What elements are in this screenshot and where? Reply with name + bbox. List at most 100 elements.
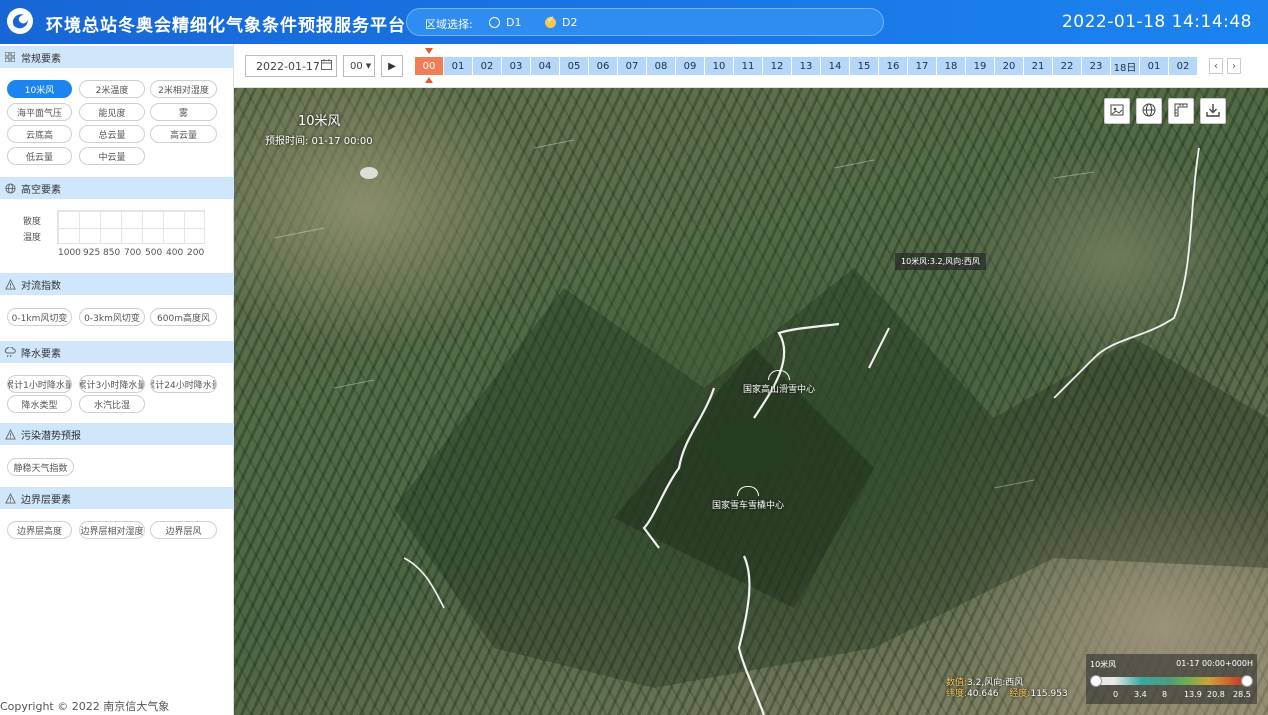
section-header-convection[interactable]: 对流指数	[0, 273, 234, 295]
timeline-step[interactable]: 03	[502, 57, 530, 75]
venue-marker-alpine[interactable]: 国家高山滑雪中心	[743, 370, 815, 395]
timeline-step[interactable]: 11	[734, 57, 762, 75]
timeline-step[interactable]: 16	[879, 57, 907, 75]
timeline-step[interactable]: 23	[1082, 57, 1110, 75]
globe-icon	[4, 182, 16, 194]
element-button-stagnation-index[interactable]: 静稳天气指数	[7, 458, 74, 476]
timeline-step[interactable]: 10	[705, 57, 733, 75]
download-button[interactable]	[1200, 98, 1226, 124]
legend-min-handle[interactable]	[1090, 675, 1102, 687]
element-button-total-cloud[interactable]: 总云量	[79, 125, 145, 143]
timeline-step[interactable]: 13	[792, 57, 820, 75]
legend-value: 8	[1162, 690, 1168, 699]
timeline-step[interactable]: 07	[618, 57, 646, 75]
element-button-pbl-height[interactable]: 边界层高度	[7, 521, 72, 539]
timeline-step[interactable]: 05	[560, 57, 588, 75]
region-radio-d1[interactable]: D1	[489, 16, 521, 29]
timeline-step[interactable]: 01	[1140, 57, 1168, 75]
legend-time: 01-17 00:00+000H	[1176, 659, 1253, 668]
time-toolbar: 2022-01-17 00 ▼ ▶ 00 01 02 03 04 05 06 0…	[234, 44, 1268, 88]
upper-row-label: 散度	[23, 217, 42, 227]
map-view[interactable]: 10米风 预报时间: 01-17 00:00 10米风:3.2,风向:西风 国家…	[234, 88, 1268, 715]
upper-air-level-grid[interactable]	[57, 210, 205, 244]
timeline-step[interactable]: 01	[444, 57, 472, 75]
hour-select[interactable]: 00 ▼	[343, 55, 375, 77]
element-button-2m-temp[interactable]: 2米温度	[79, 80, 145, 98]
globe-view-button[interactable]	[1136, 98, 1162, 124]
timeline-step[interactable]: 02	[1169, 57, 1197, 75]
region-radio-d2[interactable]: D2	[545, 15, 577, 29]
globe-icon	[1142, 103, 1156, 120]
timeline-step[interactable]: 20	[995, 57, 1023, 75]
element-button-specific-humidity[interactable]: 水汽比湿	[79, 395, 145, 413]
timeline-step[interactable]: 15	[850, 57, 878, 75]
timeline-step[interactable]: 19	[966, 57, 994, 75]
element-button-shear-0-1km[interactable]: 0-1km风切变	[7, 308, 72, 326]
venue-marker-sliding[interactable]: 国家雪车雪橇中心	[712, 486, 784, 511]
venue-icon	[768, 370, 790, 380]
section-header-upper-air[interactable]: 高空要素	[0, 177, 234, 199]
legend-value: 0	[1113, 690, 1119, 699]
timeline-step[interactable]: 18	[937, 57, 965, 75]
element-button-precip-1h[interactable]: 累计1小时降水量	[7, 375, 72, 393]
element-button-mid-cloud[interactable]: 中云量	[79, 147, 145, 165]
download-icon	[1206, 103, 1220, 120]
timeline-next-button[interactable]: ›	[1227, 58, 1241, 74]
element-button-fog[interactable]: 雾	[150, 103, 217, 121]
legend-value: 20.8	[1207, 690, 1225, 699]
date-picker[interactable]: 2022-01-17	[245, 55, 337, 77]
element-button-low-cloud[interactable]: 低云量	[7, 147, 72, 165]
element-button-precip-24h[interactable]: 累计24小时降水量	[150, 375, 217, 393]
chevron-left-icon: ‹	[1214, 60, 1218, 72]
element-button-precip-3h[interactable]: 累计3小时降水量	[79, 375, 145, 393]
level-tick: 700	[124, 248, 142, 258]
timeline-step[interactable]: 17	[908, 57, 936, 75]
element-button-shear-0-3km[interactable]: 0-3km风切变	[79, 308, 145, 326]
element-button-pbl-rh[interactable]: 边界层相对湿度	[79, 521, 145, 539]
legend-max-handle[interactable]	[1241, 675, 1253, 687]
element-button-cloud-base[interactable]: 云底高	[7, 125, 72, 143]
calendar-icon	[321, 59, 332, 73]
element-button-high-cloud[interactable]: 高云量	[150, 125, 217, 143]
legend-value: 28.5	[1233, 690, 1251, 699]
element-button-precip-type[interactable]: 降水类型	[7, 395, 72, 413]
timeline-step[interactable]: 00	[415, 57, 443, 75]
timeline-step[interactable]: 12	[763, 57, 791, 75]
screenshot-button[interactable]	[1104, 98, 1130, 124]
warning-icon	[4, 492, 16, 504]
timeline-step[interactable]: 09	[676, 57, 704, 75]
section-header-boundary-layer[interactable]: 边界层要素	[0, 487, 234, 509]
timeline-step[interactable]: 04	[531, 57, 559, 75]
section-header-surface[interactable]: 常规要素	[0, 46, 234, 68]
caret-down-icon: ▼	[365, 62, 372, 70]
timeline-step[interactable]: 18日	[1111, 57, 1139, 75]
timeline-marker-top	[425, 48, 433, 54]
grid-icon	[4, 51, 16, 63]
element-button-slp[interactable]: 海平面气压	[7, 103, 72, 121]
timeline-step[interactable]: 08	[647, 57, 675, 75]
timeline-step[interactable]: 21	[1024, 57, 1052, 75]
terrain-overlay	[273, 139, 1268, 715]
measure-button[interactable]	[1168, 98, 1194, 124]
element-button-pbl-wind[interactable]: 边界层风	[150, 521, 217, 539]
section-header-precipitation[interactable]: 降水要素	[0, 341, 234, 363]
element-button-visibility[interactable]: 能见度	[79, 103, 145, 121]
element-button-10m-wind[interactable]: 10米风	[7, 80, 72, 98]
chevron-right-icon: ›	[1232, 60, 1236, 72]
play-button[interactable]: ▶	[381, 55, 403, 77]
timeline-marker-bottom	[425, 77, 433, 83]
timeline-prev-button[interactable]: ‹	[1209, 58, 1223, 74]
forecast-time-label: 预报时间: 01-17 00:00	[265, 136, 373, 147]
app-title: 环境总站冬奥会精细化气象条件预报服务平台	[46, 16, 406, 36]
timeline-step[interactable]: 22	[1053, 57, 1081, 75]
header-clock: 2022-01-18 14:14:48	[1061, 12, 1252, 32]
section-header-pollution[interactable]: 污染潜势预报	[0, 423, 234, 445]
element-button-2m-rh[interactable]: 2米相对湿度	[150, 80, 217, 98]
layer-title: 10米风	[298, 114, 341, 129]
element-button-600m-wind[interactable]: 600m高度风	[150, 308, 217, 326]
legend-color-bar	[1096, 677, 1248, 685]
timeline-step[interactable]: 06	[589, 57, 617, 75]
timeline-step[interactable]: 14	[821, 57, 849, 75]
timeline-step[interactable]: 02	[473, 57, 501, 75]
play-icon: ▶	[388, 60, 396, 72]
